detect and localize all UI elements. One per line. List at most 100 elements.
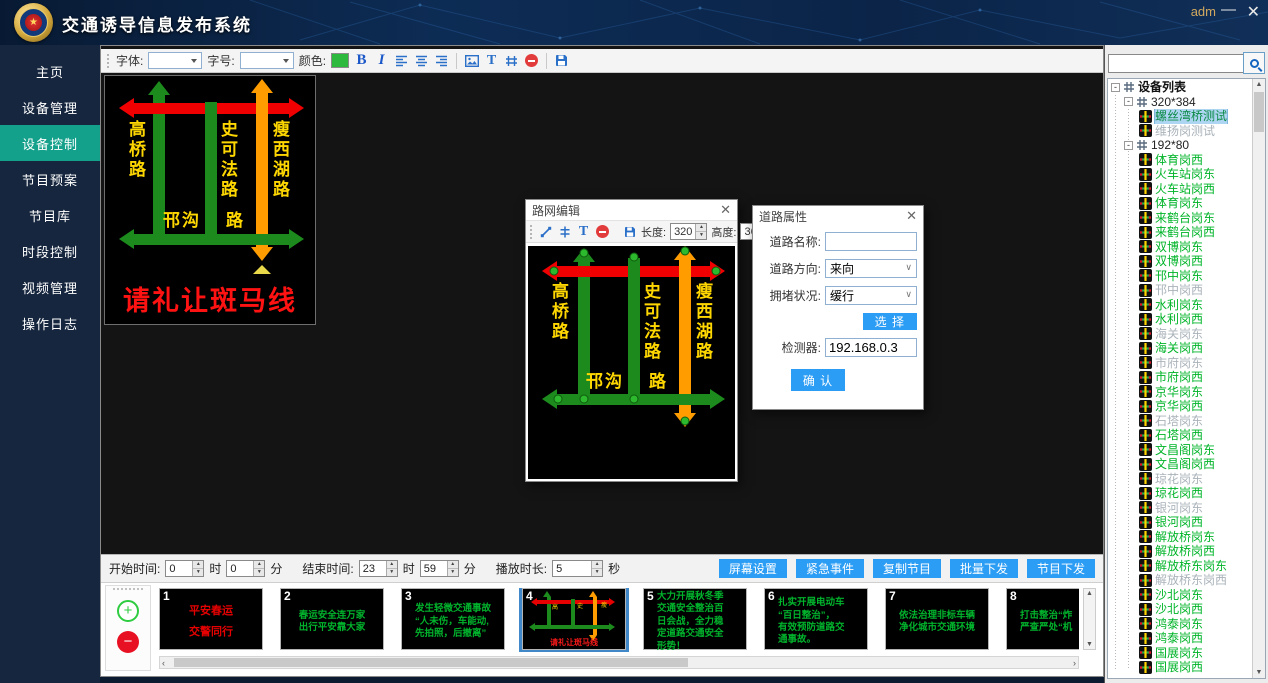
sidebar-item-8[interactable]: 操作日志 bbox=[0, 305, 100, 341]
close-icon[interactable]: ✕ bbox=[906, 208, 917, 224]
remove-program-button[interactable]: − bbox=[117, 631, 139, 653]
tree-device[interactable]: 文昌阁岗西 bbox=[1108, 457, 1252, 472]
align-right-icon[interactable] bbox=[434, 52, 449, 69]
scroll-right-icon[interactable]: › bbox=[1073, 658, 1076, 668]
start-hour-spinner[interactable]: 0 ▲▼ bbox=[165, 560, 204, 577]
road-direction-select[interactable]: 来向 ∨ bbox=[825, 259, 917, 278]
playlist-vertical-scrollbar[interactable]: ▲ ▼ bbox=[1083, 588, 1096, 650]
sidebar-item-5[interactable]: 节目库 bbox=[0, 197, 100, 233]
scroll-left-icon[interactable]: ‹ bbox=[162, 658, 165, 668]
tree-device[interactable]: 解放桥岗东 bbox=[1108, 530, 1252, 545]
tree-device[interactable]: 体育岗西 bbox=[1108, 153, 1252, 168]
road-handle[interactable] bbox=[580, 249, 589, 258]
detector-input[interactable] bbox=[825, 338, 917, 357]
playlist-item-1[interactable]: 1平安春运交警同行 bbox=[159, 588, 263, 650]
tree-device[interactable]: 鸿泰岗东 bbox=[1108, 617, 1252, 632]
playlist-item-3[interactable]: 3发生轻微交通事故“人未伤，车能动,先拍照，后撤离” bbox=[401, 588, 505, 650]
collapse-box-icon[interactable]: - bbox=[1124, 141, 1133, 150]
road-editor-canvas[interactable]: 高桥路 史可法路 瘦西湖路 邗沟 路 bbox=[528, 246, 735, 479]
insert-image-icon[interactable] bbox=[464, 52, 479, 69]
action-button-2[interactable]: 紧急事件 bbox=[796, 559, 864, 578]
road-network-icon[interactable] bbox=[504, 52, 519, 69]
sidebar-item-7[interactable]: 视频管理 bbox=[0, 269, 100, 305]
dialog-titlebar[interactable]: 道路属性 ✕ bbox=[753, 206, 923, 226]
tree-root[interactable]: -设备列表 bbox=[1108, 80, 1252, 95]
tree-device[interactable]: 沙北岗西 bbox=[1108, 602, 1252, 617]
road-handle[interactable] bbox=[554, 395, 563, 404]
tree-device[interactable]: 来鹤台岗西 bbox=[1108, 225, 1252, 240]
tree-device[interactable]: 市府岗东 bbox=[1108, 356, 1252, 371]
tree-device[interactable]: 国展岗东 bbox=[1108, 646, 1252, 661]
tree-device[interactable]: 解放桥东岗西 bbox=[1108, 573, 1252, 588]
close-icon[interactable]: ✕ bbox=[720, 202, 731, 218]
close-icon[interactable]: ✕ bbox=[1247, 2, 1260, 22]
font-select[interactable] bbox=[148, 52, 202, 69]
tree-device[interactable]: 邗中岗东 bbox=[1108, 269, 1252, 284]
action-button-5[interactable]: 节目下发 bbox=[1027, 559, 1095, 578]
bold-button[interactable]: B bbox=[354, 52, 369, 69]
draw-line-icon[interactable] bbox=[538, 223, 553, 240]
road-handle[interactable] bbox=[681, 417, 690, 426]
tree-device[interactable]: 京华岗西 bbox=[1108, 399, 1252, 414]
spinner-arrows-icon[interactable]: ▲▼ bbox=[591, 561, 602, 576]
tree-device[interactable]: 国展岗西 bbox=[1108, 660, 1252, 675]
tree-device[interactable]: 双博岗东 bbox=[1108, 240, 1252, 255]
text-tool-icon[interactable]: T bbox=[484, 52, 499, 69]
minimize-icon[interactable]: — bbox=[1221, 1, 1236, 18]
spinner-arrows-icon[interactable]: ▲▼ bbox=[695, 224, 706, 239]
tree-device[interactable]: 螺丝湾桥测试 bbox=[1108, 109, 1252, 124]
road-handle[interactable] bbox=[580, 395, 589, 404]
add-program-button[interactable]: + bbox=[117, 600, 139, 622]
spinner-arrows-icon[interactable]: ▲▼ bbox=[192, 561, 203, 576]
color-swatch[interactable] bbox=[331, 53, 349, 68]
device-search-input[interactable] bbox=[1108, 54, 1244, 73]
logged-in-user[interactable]: adm bbox=[1191, 4, 1216, 19]
scrollbar-thumb[interactable] bbox=[1254, 92, 1264, 132]
action-button-1[interactable]: 屏幕设置 bbox=[719, 559, 787, 578]
tree-device[interactable]: 解放桥东岗东 bbox=[1108, 559, 1252, 574]
action-button-3[interactable]: 复制节目 bbox=[873, 559, 941, 578]
italic-button[interactable]: I bbox=[374, 52, 389, 69]
sidebar-item-1[interactable]: 主页 bbox=[0, 53, 100, 89]
playlist-item-5[interactable]: 5大力开展秋冬季交通安全整治百日会战，全力稳定道路交通安全形势！ bbox=[643, 588, 747, 650]
tree-group-2[interactable]: -192*80 bbox=[1108, 138, 1252, 153]
tree-device[interactable]: 水利岗西 bbox=[1108, 312, 1252, 327]
scroll-up-icon[interactable]: ▲ bbox=[1253, 81, 1265, 88]
sidebar-item-6[interactable]: 时段控制 bbox=[0, 233, 100, 269]
tree-device[interactable]: 文昌阁岗东 bbox=[1108, 443, 1252, 458]
font-size-select[interactable] bbox=[240, 52, 294, 69]
delete-icon[interactable] bbox=[595, 223, 610, 240]
playlist-item-6[interactable]: 6扎实开展电动车“百日整治”，有效预防道路交通事故。 bbox=[764, 588, 868, 650]
scrollbar-thumb[interactable] bbox=[174, 658, 688, 667]
delete-icon[interactable] bbox=[524, 52, 539, 69]
road-handle[interactable] bbox=[681, 247, 690, 256]
scroll-up-icon[interactable]: ▲ bbox=[1084, 590, 1095, 597]
playlist-horizontal-scrollbar[interactable]: ‹ › bbox=[159, 656, 1079, 669]
tree-device[interactable]: 银河岗西 bbox=[1108, 515, 1252, 530]
collapse-box-icon[interactable]: - bbox=[1124, 97, 1133, 106]
tree-device[interactable]: 解放桥岗西 bbox=[1108, 544, 1252, 559]
playlist-item-7[interactable]: 7依法治理非标车辆净化城市交通环境 bbox=[885, 588, 989, 650]
road-handle[interactable] bbox=[630, 253, 639, 262]
duration-spinner[interactable]: 5 ▲▼ bbox=[552, 560, 603, 577]
end-minute-spinner[interactable]: 59 ▲▼ bbox=[420, 560, 459, 577]
align-left-icon[interactable] bbox=[394, 52, 409, 69]
tree-device[interactable]: 双博岗西 bbox=[1108, 254, 1252, 269]
text-tool-icon[interactable]: T bbox=[576, 223, 591, 240]
spinner-arrows-icon[interactable]: ▲▼ bbox=[386, 561, 397, 576]
tree-device[interactable]: 海关岗西 bbox=[1108, 341, 1252, 356]
end-hour-spinner[interactable]: 23 ▲▼ bbox=[359, 560, 398, 577]
tree-device[interactable]: 京华岗东 bbox=[1108, 385, 1252, 400]
collapse-box-icon[interactable]: - bbox=[1111, 83, 1120, 92]
tree-device[interactable]: 鸿泰岗西 bbox=[1108, 631, 1252, 646]
length-spinner[interactable]: 320 ▲▼ bbox=[670, 223, 707, 240]
save-icon[interactable] bbox=[622, 223, 637, 240]
align-center-icon[interactable] bbox=[414, 52, 429, 69]
scroll-down-icon[interactable]: ▼ bbox=[1253, 669, 1265, 676]
tree-device[interactable]: 体育岗东 bbox=[1108, 196, 1252, 211]
playlist-item-8[interactable]: 8打击整治“炸严查严处“机 bbox=[1006, 588, 1079, 650]
tree-group-1[interactable]: -320*384 bbox=[1108, 95, 1252, 110]
spinner-arrows-icon[interactable]: ▲▼ bbox=[253, 561, 264, 576]
playlist-item-2[interactable]: 2春运安全连万家出行平安靠大家 bbox=[280, 588, 384, 650]
sidebar-item-2[interactable]: 设备管理 bbox=[0, 89, 100, 125]
